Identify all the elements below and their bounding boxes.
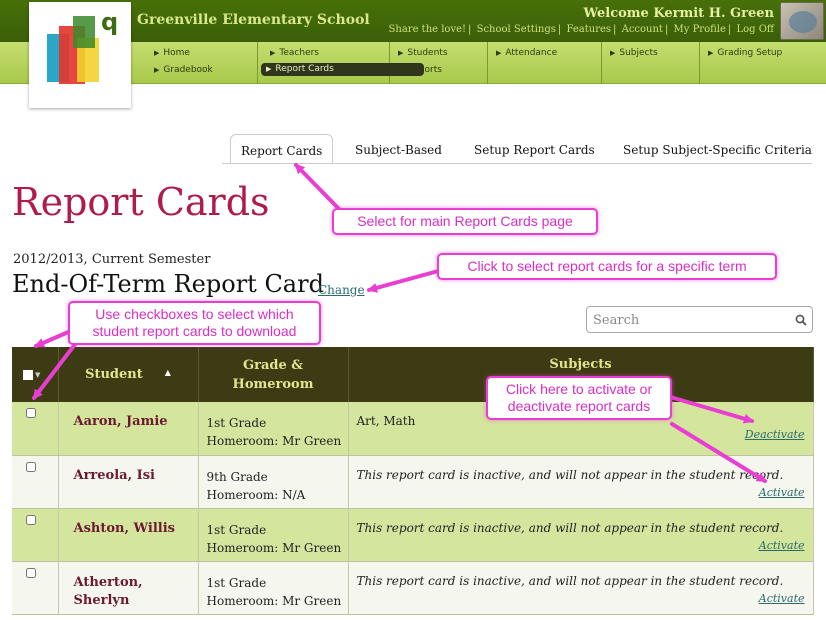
row-checkbox[interactable] [25, 567, 36, 578]
table-row: Arreola, Isi 9th Grade Homeroom: N/A This… [12, 455, 814, 509]
search-icon[interactable] [795, 314, 807, 326]
inactive-notice: This report card is inactive, and will n… [356, 520, 784, 535]
nav-gradebook[interactable]: ▶ Gradebook [154, 65, 213, 75]
tab-divider [222, 163, 812, 164]
grade-homeroom-cell: 1st Grade Homeroom: Mr Green [198, 561, 349, 615]
bullet-arrow-icon: ▶ [496, 49, 502, 57]
inactive-notice: This report card is inactive, and will n… [356, 467, 784, 482]
callout-activate: Click here to activate or deactivate repo… [486, 376, 672, 420]
activate-link[interactable]: Activate [759, 592, 805, 605]
report-cards-table: ▼ Student ▲ Grade & Homeroom Subjects Aaro… [12, 347, 814, 615]
nav-col-2: ▶ Teachers ▶ Report Cards [258, 42, 424, 84]
bullet-arrow-icon: ▶ [398, 66, 404, 74]
tab-report-cards[interactable]: Report Cards [230, 134, 334, 164]
grade-homeroom-header: Grade & Homeroom [198, 347, 349, 402]
nav-reports[interactable]: ▶ Reports [398, 65, 442, 75]
search-input[interactable] [593, 311, 783, 329]
tab-subject-based[interactable]: Subject-Based [355, 134, 442, 164]
nav-attendance[interactable]: ▶ Attendance [496, 48, 557, 58]
account-link[interactable]: Account [622, 24, 663, 35]
student-name[interactable]: Aaron, Jamie [58, 402, 199, 456]
nav-col-6: ▶ Grading Setup [700, 42, 826, 84]
student-name[interactable]: Ashton, Willis [58, 508, 199, 562]
row-checkbox[interactable] [25, 461, 36, 472]
nav-col-1: ▶ Home ▶ Gradebook [132, 42, 258, 84]
nav-subjects[interactable]: ▶ Subjects [610, 48, 658, 58]
grade-homeroom-cell: 1st Grade Homeroom: Mr Green [198, 508, 349, 562]
student-name[interactable]: Atherton, Sherlyn [58, 561, 199, 615]
features-link[interactable]: Features [566, 24, 611, 35]
grade-homeroom-cell: 1st Grade Homeroom: Mr Green [198, 402, 349, 456]
table-row: Aaron, Jamie 1st Grade Homeroom: Mr Green… [12, 402, 814, 456]
grade-homeroom-cell: 9th Grade Homeroom: N/A [198, 455, 349, 509]
bullet-arrow-icon: ▶ [266, 65, 272, 73]
subjects-cell: This report card is inactive, and will n… [348, 508, 814, 562]
callout-checkboxes: Use checkboxes to select which student re… [68, 301, 321, 345]
nav-col-3: ▶ Students ▶ Reports [390, 42, 488, 84]
student-header[interactable]: Student ▲ [58, 347, 199, 402]
nav-students[interactable]: ▶ Students [398, 48, 448, 58]
student-name[interactable]: Arreola, Isi [58, 455, 199, 509]
deactivate-link[interactable]: Deactivate [745, 428, 805, 441]
page-title: Report Cards [12, 180, 270, 224]
activate-link[interactable]: Activate [759, 539, 805, 552]
account-links: Share the love! | School Settings | Featur… [388, 24, 774, 35]
school-name: Greenville Elementary School [137, 12, 370, 28]
select-all-header[interactable]: ▼ [12, 347, 59, 402]
search-box[interactable] [586, 306, 813, 333]
nav-home[interactable]: ▶ Home [154, 48, 190, 58]
select-all-checkbox[interactable] [23, 369, 34, 380]
school-logo[interactable]: q [29, 2, 131, 108]
subjects-cell: This report card is inactive, and will n… [348, 561, 814, 615]
callout-specific-term: Click to select report cards for a speci… [437, 253, 777, 280]
nav-col-4: ▶ Attendance [488, 42, 602, 84]
row-checkbox[interactable] [25, 514, 36, 525]
term-label: 2012/2013, Current Semester [13, 252, 211, 267]
my-profile-link[interactable]: My Profile [674, 24, 726, 35]
bullet-arrow-icon: ▶ [154, 49, 160, 57]
share-link[interactable]: Share the love! [389, 24, 467, 35]
sort-up-icon[interactable]: ▲ [165, 367, 171, 377]
school-settings-link[interactable]: School Settings [477, 24, 556, 35]
change-term-link[interactable]: Change [318, 283, 365, 297]
bullet-arrow-icon: ▶ [398, 49, 404, 57]
callout-main-page: Select for main Report Cards page [332, 208, 598, 235]
bullet-arrow-icon: ▶ [708, 49, 714, 57]
welcome-message: Welcome Kermit H. Green [583, 6, 774, 21]
bullet-arrow-icon: ▶ [154, 66, 160, 74]
table-row: Ashton, Willis 1st Grade Homeroom: Mr Gre… [12, 508, 814, 562]
table-header-row: ▼ Student ▲ Grade & Homeroom Subjects [12, 347, 814, 402]
subjects-cell: This report card is inactive, and will n… [348, 455, 814, 509]
dropdown-caret-icon[interactable]: ▼ [35, 370, 40, 379]
table-row: Atherton, Sherlyn 1st Grade Homeroom: Mr G… [12, 561, 814, 615]
log-off-link[interactable]: Log Off [736, 24, 774, 35]
tab-setup-report-cards[interactable]: Setup Report Cards [474, 134, 595, 164]
tab-setup-subject-specific-criteria[interactable]: Setup Subject-Specific Criteria [623, 134, 812, 164]
nav-col-5: ▶ Subjects [602, 42, 700, 84]
inactive-notice: This report card is inactive, and will n… [356, 573, 784, 588]
avatar[interactable] [780, 2, 824, 40]
activate-link[interactable]: Activate [759, 486, 805, 499]
logo-letter: q [101, 8, 119, 36]
row-checkbox[interactable] [25, 408, 36, 418]
bullet-arrow-icon: ▶ [610, 49, 616, 57]
bullet-arrow-icon: ▶ [270, 49, 276, 57]
report-card-type: End-Of-Term Report Card [12, 270, 324, 298]
nav-grading-setup[interactable]: ▶ Grading Setup [708, 48, 782, 58]
nav-teachers[interactable]: ▶ Teachers [270, 48, 319, 58]
